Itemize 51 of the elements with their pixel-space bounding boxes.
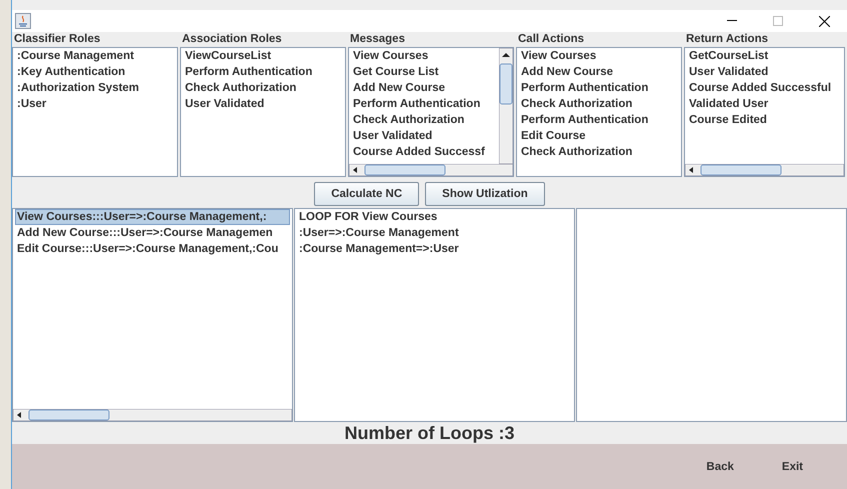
loop-detail-item[interactable]: :User=>:Course Management <box>297 225 572 241</box>
list-item[interactable]: Course Added Successful <box>687 80 842 96</box>
horizontal-scrollbar[interactable] <box>349 164 513 176</box>
list-item[interactable]: :Course Management <box>15 48 175 64</box>
list-item[interactable]: :User <box>15 96 175 112</box>
java-app-icon <box>15 13 31 29</box>
list-item[interactable]: View Courses <box>519 48 679 64</box>
list-item[interactable]: :Key Authentication <box>15 64 175 80</box>
list-item[interactable]: Add New Course <box>519 64 679 80</box>
list-item[interactable]: Perform Authentication <box>183 64 343 80</box>
list-item[interactable]: ViewCourseList <box>183 48 343 64</box>
horizontal-scrollbar[interactable] <box>13 409 292 421</box>
list-item[interactable]: GetCourseList <box>687 48 842 64</box>
loop-detail-item[interactable]: LOOP FOR View Courses <box>297 209 572 225</box>
list-item[interactable]: View Courses <box>351 48 497 64</box>
list-item[interactable]: Check Authorization <box>351 112 497 128</box>
action-button[interactable]: Calculate NC <box>314 182 420 206</box>
column-header: Return Actions <box>685 32 769 47</box>
list-item[interactable]: :Authorization System <box>15 80 175 96</box>
list-item[interactable]: Check Authorization <box>183 80 343 96</box>
minimize-icon[interactable] <box>727 20 737 22</box>
scenario-item[interactable]: Add New Course:::User=>:Course Managemen <box>15 225 290 241</box>
scenario-item[interactable]: Edit Course:::User=>:Course Management,:Cou <box>15 241 290 257</box>
list-item[interactable]: Add New Course <box>351 80 497 96</box>
footer-button[interactable]: Back <box>702 456 738 476</box>
list-item[interactable]: Perform Authentication <box>519 80 679 96</box>
list-item[interactable]: User Validated <box>687 64 842 80</box>
loop-detail-item[interactable]: :Course Management=>:User <box>297 241 572 257</box>
column-header: Association Roles <box>181 32 283 47</box>
loop-count: Number of Loops :3 <box>344 422 516 444</box>
list-item[interactable]: Perform Authentication <box>351 96 497 112</box>
footer-button[interactable]: Exit <box>778 456 807 476</box>
list-item[interactable]: User Validated <box>183 96 343 112</box>
maximize-icon[interactable] <box>773 16 783 26</box>
list-item[interactable]: Get Course List <box>351 64 497 80</box>
scenario-item[interactable]: View Courses:::User=>:Course Management,: <box>15 209 290 225</box>
column-header: Messages <box>349 32 406 47</box>
action-button[interactable]: Show Utlization <box>425 182 545 206</box>
column-header: Classifier Roles <box>13 32 102 47</box>
list-item[interactable]: Course Edited <box>687 112 842 128</box>
list-item[interactable]: User Validated <box>351 128 497 144</box>
list-item[interactable]: Check Authorization <box>519 144 679 160</box>
vertical-scrollbar[interactable] <box>499 48 513 164</box>
list-item[interactable]: Validated User <box>687 96 842 112</box>
list-item[interactable]: Check Authorization <box>519 96 679 112</box>
horizontal-scrollbar[interactable] <box>685 164 844 176</box>
close-icon[interactable] <box>818 16 830 26</box>
column-header: Call Actions <box>517 32 586 47</box>
list-item[interactable]: Perform Authentication <box>519 112 679 128</box>
list-item[interactable]: Course Added Successf <box>351 144 497 160</box>
list-item[interactable]: Edit Course <box>519 128 679 144</box>
